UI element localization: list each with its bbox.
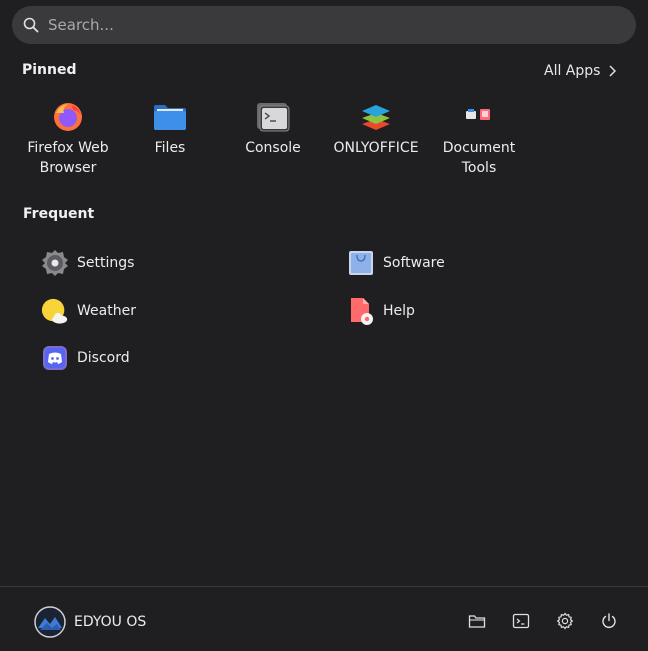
footer-settings-button[interactable] (555, 611, 575, 631)
all-apps-label: All Apps (544, 63, 601, 79)
firefox-icon (51, 100, 85, 134)
avatar (34, 606, 66, 638)
frequent-label: Discord (77, 350, 130, 366)
folder-icon (468, 615, 486, 628)
pinned-console[interactable]: Console (223, 100, 323, 180)
gear-icon (41, 249, 69, 277)
terminal-icon (256, 100, 290, 134)
frequent-section-title: Frequent (23, 206, 95, 222)
search-input[interactable] (48, 16, 608, 34)
folder-icon (153, 100, 187, 134)
all-apps-button[interactable]: All Apps (544, 61, 617, 81)
pinned-onlyoffice[interactable]: ONLYOFFICE (326, 100, 426, 180)
frequent-label: Help (383, 303, 415, 319)
frequent-software[interactable]: Software (347, 247, 445, 279)
onlyoffice-icon (359, 100, 393, 134)
discord-icon (41, 344, 69, 372)
footer-bar: EDYOU OS (0, 586, 648, 651)
pinned-label: Console (245, 140, 301, 156)
frequent-weather[interactable]: Weather (41, 295, 136, 327)
footer-power-button[interactable] (599, 611, 619, 631)
chevron-right-icon (609, 65, 617, 77)
frequent-label: Settings (77, 255, 135, 271)
document-tools-icon (462, 100, 496, 134)
pinned-firefox[interactable]: Firefox Web Browser (18, 100, 118, 180)
terminal-icon (512, 613, 530, 629)
pinned-label: Firefox Web Browser (27, 140, 109, 176)
frequent-label: Weather (77, 303, 136, 319)
pinned-label: ONLYOFFICE (333, 140, 419, 156)
search-bar[interactable] (12, 6, 636, 44)
footer-files-button[interactable] (467, 611, 487, 631)
frequent-settings[interactable]: Settings (41, 247, 134, 279)
app-launcher-menu: Pinned All Apps Firefox Web Browser File (0, 0, 648, 651)
search-icon (23, 17, 39, 33)
software-bag-icon (347, 249, 375, 277)
weather-sun-icon (41, 297, 69, 325)
user-button[interactable]: EDYOU OS (34, 606, 146, 638)
frequent-label: Software (383, 255, 445, 271)
frequent-help[interactable]: Help (347, 295, 415, 327)
gear-icon (556, 612, 574, 630)
user-label: EDYOU OS (74, 614, 147, 630)
footer-terminal-button[interactable] (511, 611, 531, 631)
pinned-label: Files (154, 140, 186, 156)
pinned-document-tools[interactable]: Document Tools (429, 100, 529, 180)
pinned-section-title: Pinned (22, 62, 77, 78)
help-icon (347, 297, 375, 325)
power-icon (602, 613, 616, 628)
pinned-files[interactable]: Files (120, 100, 220, 180)
frequent-discord[interactable]: Discord (41, 342, 130, 374)
pinned-label: Document Tools (442, 140, 516, 176)
